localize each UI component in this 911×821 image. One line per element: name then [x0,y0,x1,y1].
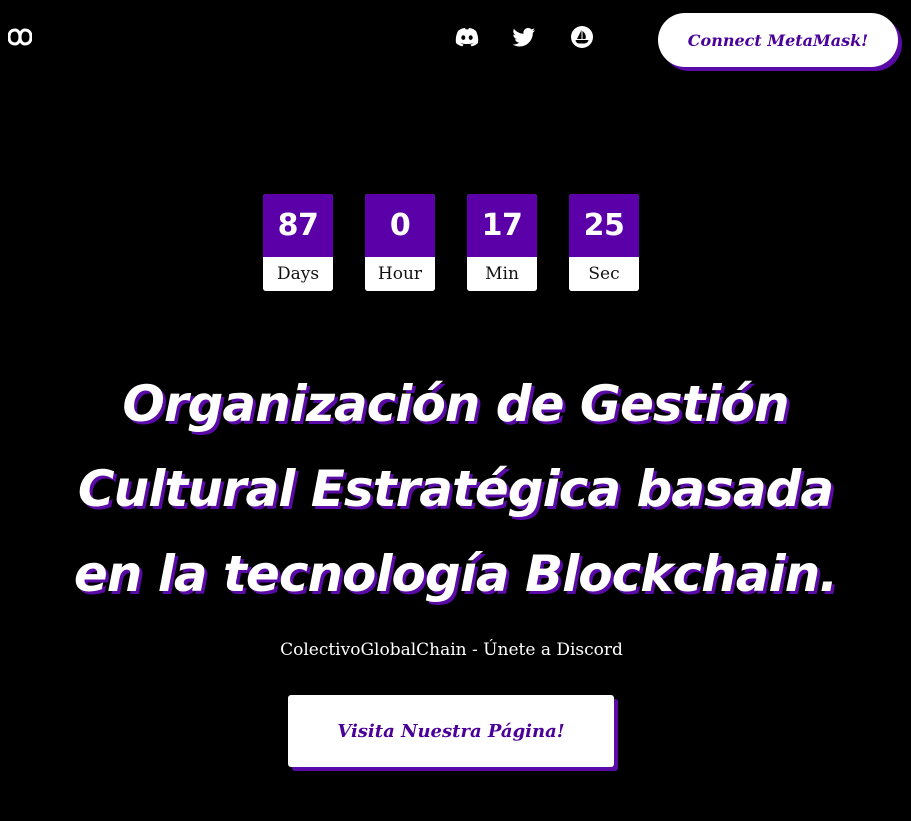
countdown-minutes: 17 Min [467,194,537,291]
countdown-days-label: Days [263,257,333,291]
hero-subtitle: ColectivoGlobalChain - Únete a Discord [280,640,623,660]
discord-icon[interactable] [454,24,480,50]
countdown-timer: 87 Days 0 Hour 17 Min 25 Sec [263,194,639,291]
countdown-hours-value: 0 [365,194,435,257]
countdown-seconds-value: 25 [569,194,639,257]
countdown-minutes-label: Min [467,257,537,291]
countdown-days: 87 Days [263,194,333,291]
twitter-icon[interactable] [511,24,537,50]
opensea-icon[interactable] [569,24,595,50]
countdown-hours-label: Hour [365,257,435,291]
page: Connect MetaMask! 87 Days 0 Hour 17 Min … [0,0,911,821]
connect-metamask-button[interactable]: Connect MetaMask! [658,13,898,67]
countdown-seconds-label: Sec [569,257,639,291]
infinity-logo-icon[interactable] [7,26,33,48]
hero-headline-line3: en la tecnología Blockchain. [73,545,838,603]
hero-headline: Organización de Gestión Cultural Estraté… [0,362,911,617]
hero-headline-line2: Cultural Estratégica basada [77,460,834,518]
hero-headline-line1: Organización de Gestión [122,375,789,433]
countdown-hours: 0 Hour [365,194,435,291]
visit-page-button[interactable]: Visita Nuestra Página! [288,695,614,767]
countdown-days-value: 87 [263,194,333,257]
countdown-minutes-value: 17 [467,194,537,257]
countdown-seconds: 25 Sec [569,194,639,291]
